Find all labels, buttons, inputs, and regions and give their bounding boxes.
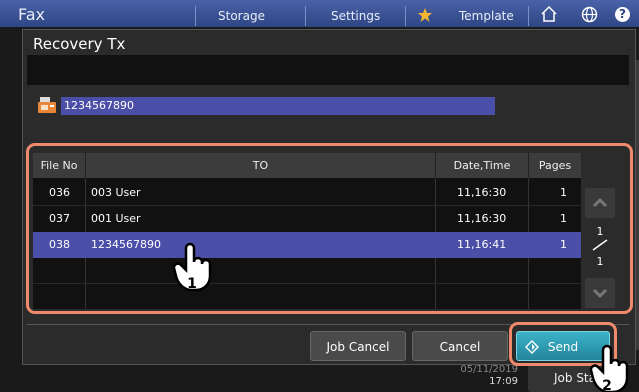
job-cancel-button[interactable]: Job Cancel xyxy=(310,331,406,361)
top-separator xyxy=(405,6,406,26)
tab-template[interactable]: Template xyxy=(459,9,514,23)
tab-storage[interactable]: Storage xyxy=(218,9,265,23)
step-2-label: 2 xyxy=(602,378,612,392)
dialog-title: Recovery Tx xyxy=(33,35,126,53)
star-icon[interactable] xyxy=(417,7,433,23)
globe-icon[interactable] xyxy=(581,6,598,23)
clock-date: 05/11/2019 xyxy=(460,364,518,375)
fax-machine-icon xyxy=(38,97,56,113)
app-title: Fax xyxy=(18,5,46,24)
top-separator xyxy=(305,6,306,26)
highlight-table xyxy=(26,143,633,314)
top-separator xyxy=(195,6,196,26)
tab-settings[interactable]: Settings xyxy=(331,9,380,23)
step-1-label: 1 xyxy=(187,276,197,292)
message-bar xyxy=(27,55,629,85)
pointer-hand-icon: 2 xyxy=(589,344,629,392)
top-separator xyxy=(528,6,529,26)
pointer-hand-icon: 1 xyxy=(172,242,212,292)
cancel-button[interactable]: Cancel xyxy=(412,331,508,361)
help-icon[interactable]: ? xyxy=(615,7,630,22)
clock-time: 17:09 xyxy=(489,376,518,387)
home-icon[interactable] xyxy=(540,5,558,23)
fax-number-field: 1234567890 xyxy=(61,97,495,115)
top-bar: Fax Storage Settings Template ? xyxy=(0,0,639,27)
clock: 05/11/2019 17:09 xyxy=(456,364,518,388)
